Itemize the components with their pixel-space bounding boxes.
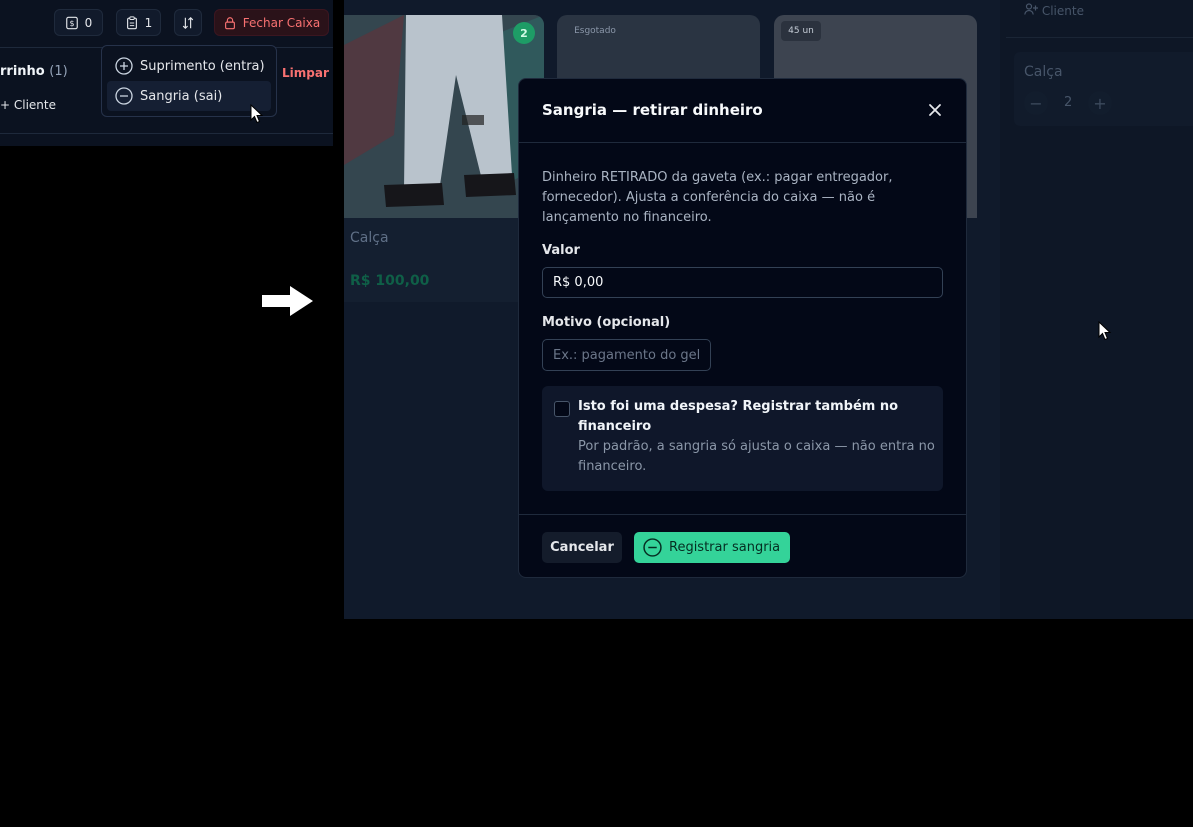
close-register-label: Fechar Caixa — [242, 15, 321, 30]
minus-circle-icon — [643, 538, 662, 557]
product-name: Calça — [350, 230, 389, 246]
close-icon[interactable] — [926, 101, 944, 119]
pos-left-panel: $ 0 1 Fechar Caixa rrinho (1) Limpar + C… — [0, 0, 333, 146]
dialog-title: Sangria — retirar dinheiro — [542, 101, 763, 119]
cash-movement-toggle-button[interactable] — [174, 9, 202, 36]
cash-count: 0 — [84, 15, 93, 30]
close-register-button[interactable]: Fechar Caixa — [214, 9, 329, 36]
dialog-header: Sangria — retirar dinheiro — [519, 79, 966, 143]
transition-arrow-icon — [262, 286, 313, 316]
plus-circle-icon — [115, 57, 133, 75]
mouse-cursor-icon — [1098, 321, 1112, 341]
swap-vertical-icon — [182, 16, 194, 29]
cart-count: (1) — [49, 64, 68, 79]
product-price: R$ 100,00 — [350, 273, 430, 289]
add-client-button[interactable]: + Cliente — [0, 98, 56, 112]
dialog-description: Dinheiro RETIRADO da gaveta (ex.: pagar … — [542, 170, 893, 225]
product-card-image[interactable] — [344, 15, 544, 218]
menu-item-label: Sangria (sai) — [140, 88, 223, 104]
divider — [1006, 37, 1193, 38]
user-plus-icon — [1024, 3, 1038, 15]
clear-cart-link[interactable]: Limpar — [282, 66, 329, 80]
pos-toolbar: $ 0 1 Fechar Caixa — [0, 0, 333, 48]
notes-count: 1 — [144, 15, 153, 30]
stock-badge: 45 un — [781, 21, 821, 41]
valor-input[interactable] — [542, 267, 943, 298]
clipboard-icon — [126, 15, 137, 29]
quantity-decrease-button[interactable]: − — [1024, 91, 1048, 115]
valor-label: Valor — [542, 243, 580, 258]
cash-counter-button[interactable]: $ 0 — [54, 9, 103, 36]
mouse-cursor-icon — [250, 104, 264, 124]
expense-subtitle: Por padrão, a sangria só ajusta o caixa … — [578, 439, 935, 474]
register-sangria-button[interactable]: Registrar sangria — [634, 532, 790, 563]
cancel-button[interactable]: Cancelar — [542, 532, 622, 563]
motivo-label: Motivo (opcional) — [542, 315, 671, 330]
sangria-dialog: Sangria — retirar dinheiro Dinheiro RETI… — [518, 78, 967, 578]
minus-circle-icon — [115, 87, 133, 105]
side-client-button[interactable]: Cliente — [1024, 3, 1084, 18]
menu-item-sangria[interactable]: Sangria (sai) — [107, 81, 271, 111]
register-sangria-label: Registrar sangria — [669, 540, 781, 555]
side-cart-item-name: Calça — [1024, 64, 1063, 80]
expense-option: Isto foi uma despesa? Registrar também n… — [542, 386, 943, 491]
cart-title: rrinho (1) — [0, 64, 68, 79]
motivo-input[interactable] — [542, 339, 711, 371]
expense-title: Isto foi uma despesa? Registrar também n… — [578, 399, 899, 434]
cart-quantity-badge: 2 — [513, 22, 535, 44]
menu-item-suprimento[interactable]: Suprimento (entra) — [107, 51, 271, 81]
plus-small-icon: + — [0, 98, 14, 112]
cash-icon: $ — [65, 16, 78, 29]
register-expense-checkbox[interactable] — [554, 401, 570, 417]
sold-out-badge: Esgotado — [574, 26, 616, 36]
client-label: Cliente — [13, 98, 56, 112]
svg-text:$: $ — [69, 19, 74, 28]
side-client-label: Cliente — [1041, 4, 1084, 18]
menu-item-label: Suprimento (entra) — [140, 58, 265, 74]
product-photo-pants — [344, 15, 544, 218]
dialog-footer-divider — [519, 514, 966, 515]
notes-counter-button[interactable]: 1 — [116, 9, 161, 36]
divider — [0, 133, 333, 134]
quantity-value: 2 — [1064, 95, 1073, 110]
lock-icon — [224, 16, 235, 29]
quantity-increase-button[interactable]: + — [1088, 91, 1112, 115]
